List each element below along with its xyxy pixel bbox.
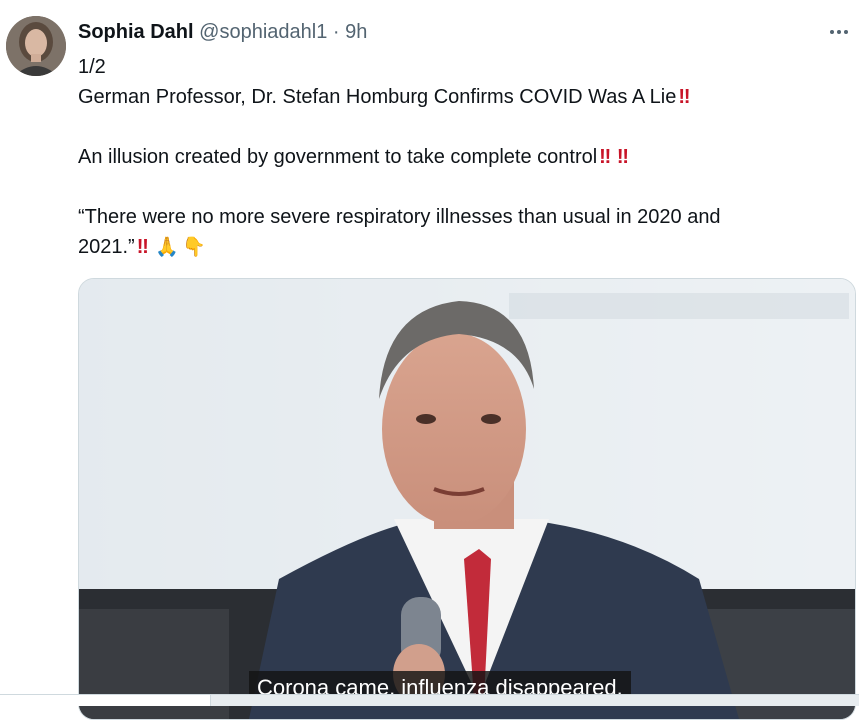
double-exclamation-icon: ‼ <box>678 86 690 108</box>
tweet-line: German Professor, Dr. Stefan Homburg Con… <box>78 86 690 108</box>
video-frame <box>79 279 855 719</box>
avatar[interactable] <box>6 16 66 76</box>
tweet-line: 1/2 <box>78 56 106 78</box>
more-icon[interactable] <box>825 18 853 46</box>
tweet-text: 1/2 German Professor, Dr. Stefan Homburg… <box>78 52 848 262</box>
tweet-line: “There were no more severe respiratory i… <box>78 206 721 228</box>
double-exclamation-icon: ‼ <box>136 236 149 258</box>
folded-hands-icon: 🙏 <box>155 236 180 258</box>
tweet-line: An illusion created by government to tak… <box>78 146 629 168</box>
pointing-down-icon: 👇 <box>182 236 206 258</box>
tweet[interactable]: Sophia Dahl @sophiadahl1 · 9h 1/2 German… <box>0 0 859 720</box>
author-handle[interactable]: @sophiadahl1 <box>199 21 327 43</box>
double-exclamation-icon: ‼ <box>599 146 611 168</box>
tweet-header: Sophia Dahl @sophiadahl1 · 9h <box>78 19 367 45</box>
avatar-image <box>6 16 66 76</box>
video-media[interactable]: Corona came, influenza disappeared. <box>78 278 856 720</box>
bottom-divider <box>0 694 859 706</box>
tweet-line: 2021.” ‼ 🙏 👇 <box>78 236 206 258</box>
separator: · <box>332 21 340 43</box>
author-name[interactable]: Sophia Dahl <box>78 21 194 43</box>
double-exclamation-icon: ‼ <box>616 146 629 168</box>
timestamp[interactable]: 9h <box>345 21 367 43</box>
